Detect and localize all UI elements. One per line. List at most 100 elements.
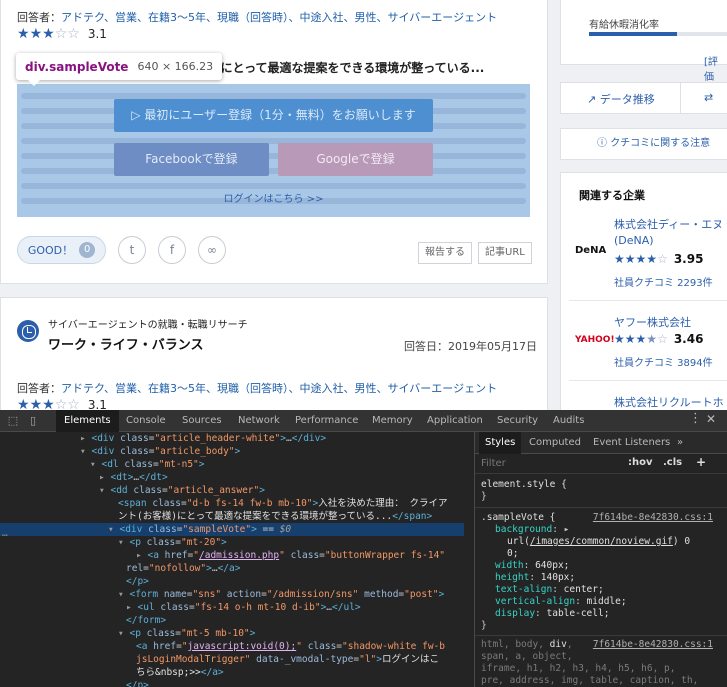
card-subtitle: サイバーエージェントの就職・転職リサーチ xyxy=(48,320,248,331)
star-icon: ☆ xyxy=(67,26,80,42)
add-rule-icon[interactable]: + xyxy=(696,455,706,469)
dom-node: </p> xyxy=(126,680,149,687)
login-link[interactable]: ログインはこちら >> xyxy=(17,190,530,205)
dom-node-selected[interactable]: ▾ <div class="sampleVote"> == $0 xyxy=(0,523,464,536)
shuffle-icon[interactable]: ⇄ xyxy=(704,91,713,104)
dom-node: </p> xyxy=(126,576,149,587)
devtools-panel: ⬚ ▯ Elements Console Sources Network Per… xyxy=(0,410,727,687)
tab-application[interactable]: Application xyxy=(419,410,491,432)
twitter-icon[interactable]: t xyxy=(118,236,146,264)
elements-tree: ▸ <div class="article_header-white">…</d… xyxy=(0,432,474,687)
tab-computed[interactable]: Computed xyxy=(523,432,587,454)
company-rating: ★ ★ ★ ★ ☆ 3.95 xyxy=(614,252,704,266)
tab-performance[interactable]: Performance xyxy=(287,410,366,432)
styles-panel: Styles Computed Event Listeners » Filter… xyxy=(474,432,727,687)
trend-icon: ↗ xyxy=(587,93,600,106)
good-button[interactable]: GOOD！ 0 xyxy=(17,236,106,264)
answer-card: 回答者：アドテク、営業、在籍3〜5年、現職（回答時）、中途入社、男性、サイバーエ… xyxy=(0,0,548,284)
dom-node: rel="nofollow">…</a> xyxy=(126,563,241,574)
dom-node[interactable]: ▸ <a href="/admission.php" class="button… xyxy=(136,549,445,562)
answerer-info: 回答者：アドテク、営業、在籍3〜5年、現職（回答時）、中途入社、男性、サイバーエ… xyxy=(17,9,497,25)
link-icon[interactable]: ∞ xyxy=(198,236,226,264)
card-title: ワーク・ライフ・バランス xyxy=(48,338,204,353)
answerer-tags[interactable]: アドテク、営業、在籍3〜5年、現職（回答時）、中途入社、男性、サイバーエージェン… xyxy=(61,11,497,24)
star-icon: ☆ xyxy=(67,397,80,410)
tab-memory[interactable]: Memory xyxy=(364,410,421,432)
dom-node[interactable]: <span class="d-b fs-14 fw-b mb-10">入社を決め… xyxy=(118,497,448,510)
dom-node[interactable]: ▾ <p class="mt-20"> xyxy=(118,536,227,549)
dom-node[interactable]: ▾ <div class="article_body"> xyxy=(80,445,240,458)
source-link[interactable]: 7f614be-8e42830.css:1 xyxy=(593,512,713,523)
star-icon: ☆ xyxy=(54,397,68,410)
dom-node[interactable]: ▾ <dl class="mt-n5"> xyxy=(90,458,205,471)
devtools-toolbar: ⬚ ▯ Elements Console Sources Network Per… xyxy=(0,410,727,432)
tab-security[interactable]: Security xyxy=(489,410,546,432)
page-content: 回答者：アドテク、営業、在籍3〜5年、現職（回答時）、中途入社、男性、サイバーエ… xyxy=(0,0,727,410)
dom-node: jsLoginModalTrigger" data-_vmodal-type="… xyxy=(136,654,440,665)
report-button[interactable]: 報告する xyxy=(418,242,472,264)
clock-icon xyxy=(17,320,39,342)
tooltip-dimensions: 640 × 166.23 xyxy=(137,60,214,73)
facebook-register-button[interactable]: Facebookで登録 xyxy=(114,143,269,176)
dom-node: ちら&nbsp;>></a> xyxy=(136,667,224,678)
tab-elements[interactable]: Elements xyxy=(56,410,119,432)
dom-node[interactable]: ▸ <ul class="fs-14 o-h mt-10 d-ib">…</ul… xyxy=(126,601,361,614)
close-icon[interactable]: ✕ xyxy=(706,412,716,426)
cls-button[interactable]: .cls xyxy=(663,457,682,468)
dom-node[interactable]: ▸ <div class="article_header-white">…</d… xyxy=(80,432,326,445)
tab-sources[interactable]: Sources xyxy=(174,410,230,432)
answer-date: 回答日：2019年05月17日 xyxy=(404,340,537,353)
dom-node: </form> xyxy=(126,615,167,626)
paid-leave-bar xyxy=(589,32,727,36)
tab-console[interactable]: Console xyxy=(118,410,174,432)
dom-node[interactable]: ▾ <form name="sns" action="/admission/sn… xyxy=(118,588,444,601)
reset-rule[interactable]: html, body, div, xyxy=(481,639,573,651)
facebook-icon[interactable]: f xyxy=(158,236,186,264)
inspect-icon[interactable]: ⬚ xyxy=(6,414,20,427)
dom-node[interactable]: ▸ <dt>…</dt> xyxy=(99,471,168,484)
star-icon: ★ xyxy=(29,397,43,410)
styles-tabs: Styles Computed Event Listeners » xyxy=(475,432,727,454)
tab-data-trend[interactable]: ↗ データ推移 xyxy=(587,91,655,107)
tab-audits[interactable]: Audits xyxy=(545,410,592,432)
rating-score: 3.1 xyxy=(87,27,107,41)
sample-vote-rule[interactable]: .sampleVote { xyxy=(481,512,555,524)
device-toolbar-icon[interactable]: ▯ xyxy=(26,414,40,427)
hov-button[interactable]: :hov xyxy=(628,457,653,468)
ellipsis-icon[interactable]: … xyxy=(2,527,8,540)
star-icon: ★ xyxy=(17,397,30,410)
more-tabs-icon[interactable]: » xyxy=(671,432,689,454)
company-rating: ★ ★ ★ ★ ☆ 3.46 xyxy=(614,332,704,346)
rating-score: 3.1 xyxy=(87,398,107,410)
rating-stars: ★ ★ ★ ☆ ☆ 3.1 xyxy=(17,27,107,41)
google-register-button[interactable]: Googleで登録 xyxy=(278,143,433,176)
answerer-info: 回答者：アドテク、営業、在籍3〜5年、現職（回答時）、中途入社、男性、サイバーエ… xyxy=(17,382,498,395)
paid-leave-label: 有給休暇消化率 xyxy=(589,20,659,31)
play-icon: ▷ xyxy=(131,108,145,122)
register-button[interactable]: ▷ 最初にユーザー登録（1分・無料）をお願いします xyxy=(114,99,433,132)
tab-event-listeners[interactable]: Event Listeners xyxy=(587,432,676,454)
answer-card: サイバーエージェントの就職・転職リサーチ ワーク・ライフ・バランス 回答日：20… xyxy=(0,297,548,410)
star-icon: ☆ xyxy=(54,26,68,42)
dom-node[interactable]: ▾ <p class="mt-5 mb-10"> xyxy=(118,627,255,640)
star-icon: ★ xyxy=(42,397,55,410)
good-count: 0 xyxy=(79,242,96,258)
kuchikomi-notice[interactable]: ⓘ クチコミに関する注意 xyxy=(560,128,727,160)
answerer-label: 回答者： xyxy=(17,11,61,24)
sidebar-stats: 有給休暇消化率 xyxy=(560,0,727,65)
eval-link[interactable]: [評価 xyxy=(704,53,727,83)
dom-node-text: ント(お客様)にとって最適な提案をできる環境が整っている...</span> xyxy=(118,511,433,522)
yahoo-logo: YAHOO! xyxy=(575,335,615,345)
tab-styles[interactable]: Styles xyxy=(479,432,522,454)
article-url-button[interactable]: 記事URL xyxy=(478,242,532,264)
dom-node[interactable]: ▾ <dd class="article_answer"> xyxy=(99,484,265,497)
more-menu-icon[interactable]: ⋮ xyxy=(689,411,702,426)
element-style-rule: element.style { xyxy=(481,479,567,490)
filter-input[interactable]: Filter xyxy=(481,458,506,469)
rating-stars: ★ ★ ★ ☆ ☆ 3.1 xyxy=(17,398,107,410)
tab-network[interactable]: Network xyxy=(230,410,288,432)
source-link[interactable]: 7f614be-8e42830.css:1 xyxy=(593,639,713,650)
related-companies: 関連する企業 DeNA 株式会社ディー・エヌ (DeNA) ★ ★ ★ ★ ☆ 3.95… xyxy=(560,172,727,410)
question-text: 客様)にとって最適な提案をできる環境が整っている... xyxy=(191,61,485,75)
dom-node[interactable]: <a href="javascript:void(0);" class="sha… xyxy=(136,640,445,653)
